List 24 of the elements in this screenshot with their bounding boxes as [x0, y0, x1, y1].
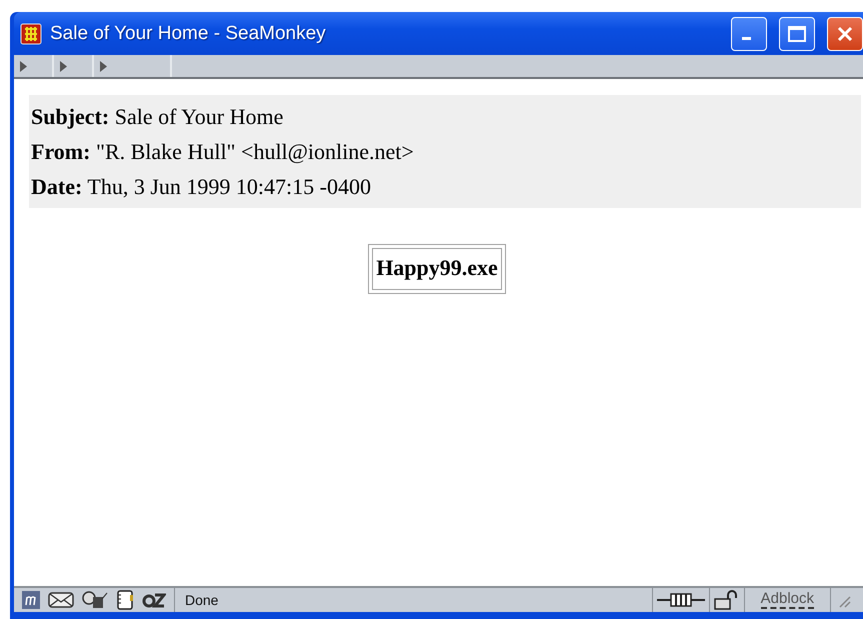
minimize-icon: [742, 37, 750, 40]
address-book-icon[interactable]: [116, 590, 134, 610]
triangle-icon[interactable]: [20, 60, 27, 72]
triangle-icon[interactable]: [60, 60, 67, 72]
minimize-button[interactable]: [731, 16, 767, 50]
browser-icon[interactable]: [22, 591, 40, 609]
header-field: Subject: Sale of Your Home: [31, 99, 861, 134]
envelope-icon[interactable]: [48, 591, 74, 609]
triangle-icon[interactable]: [100, 60, 107, 72]
adblock-link[interactable]: Adblock: [760, 591, 814, 609]
window-title: Sale of Your Home - SeaMonkey: [50, 22, 327, 44]
header-field: Date: Thu, 3 Jun 1999 10:47:15 -0400: [31, 169, 861, 204]
header-field: From: "R. Blake Hull" <hull@ionline.net>: [31, 134, 861, 169]
composer-icon[interactable]: [82, 591, 108, 609]
app-icon: [20, 22, 42, 44]
chat-icon[interactable]: [142, 592, 166, 608]
maximize-button[interactable]: [779, 16, 815, 50]
plug-icon[interactable]: [656, 592, 705, 608]
close-icon: [836, 24, 854, 42]
padlock-icon[interactable]: [714, 590, 740, 610]
close-button[interactable]: [827, 16, 863, 50]
attachment-name[interactable]: Happy99.exe: [372, 248, 502, 290]
status-text: Done: [184, 592, 220, 608]
maximize-icon: [787, 24, 807, 42]
